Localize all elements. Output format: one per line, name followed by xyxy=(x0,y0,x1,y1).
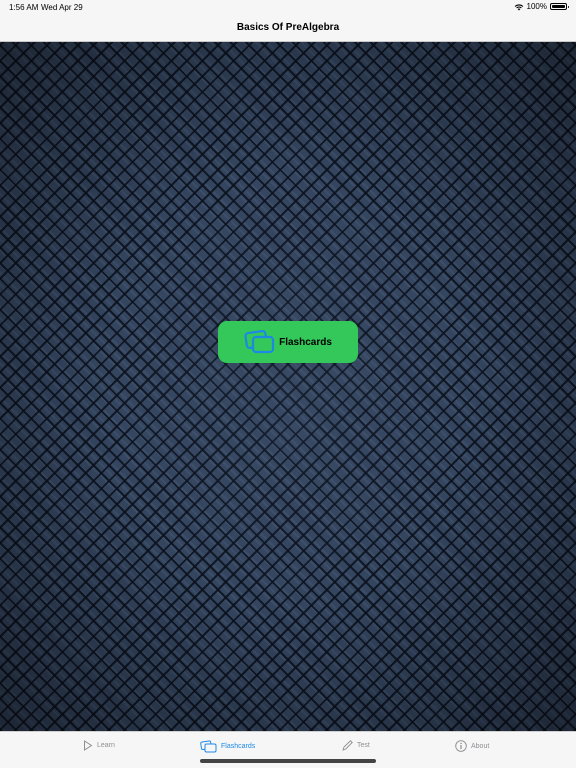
home-indicator[interactable] xyxy=(200,759,376,763)
battery-level xyxy=(552,5,565,8)
tab-learn[interactable]: Learn xyxy=(83,740,115,751)
pencil-icon xyxy=(342,740,353,751)
wifi-icon xyxy=(514,3,523,10)
tab-label: Learn xyxy=(97,742,115,749)
navigation-bar: Basics Of PreAlgebra xyxy=(0,14,576,42)
flashcards-button-label: Flashcards xyxy=(279,336,332,348)
main-content xyxy=(0,42,576,731)
info-icon xyxy=(455,740,467,752)
tab-label: About xyxy=(471,742,490,750)
tab-label: Flashcards xyxy=(221,743,256,750)
battery-percent: 100% xyxy=(526,2,547,11)
status-indicators: 100% xyxy=(514,2,569,11)
status-date: Wed Apr 29 xyxy=(41,3,83,12)
flashcards-button[interactable]: Flashcards xyxy=(218,321,358,363)
flashcards-icon xyxy=(244,329,275,354)
tab-test[interactable]: Test xyxy=(342,740,370,751)
battery-icon xyxy=(550,3,569,10)
status-bar: 1:56 AM Wed Apr 29 100% xyxy=(0,0,576,14)
background-vignette xyxy=(0,42,576,731)
page-title: Basics Of PreAlgebra xyxy=(236,22,340,33)
tab-label: Test xyxy=(357,742,370,749)
tab-flashcards[interactable]: Flashcards xyxy=(200,740,255,753)
tab-about[interactable]: About xyxy=(455,740,489,752)
play-icon xyxy=(84,740,93,751)
flashcards-icon xyxy=(200,740,217,753)
status-time: 1:56 AM xyxy=(9,3,39,12)
